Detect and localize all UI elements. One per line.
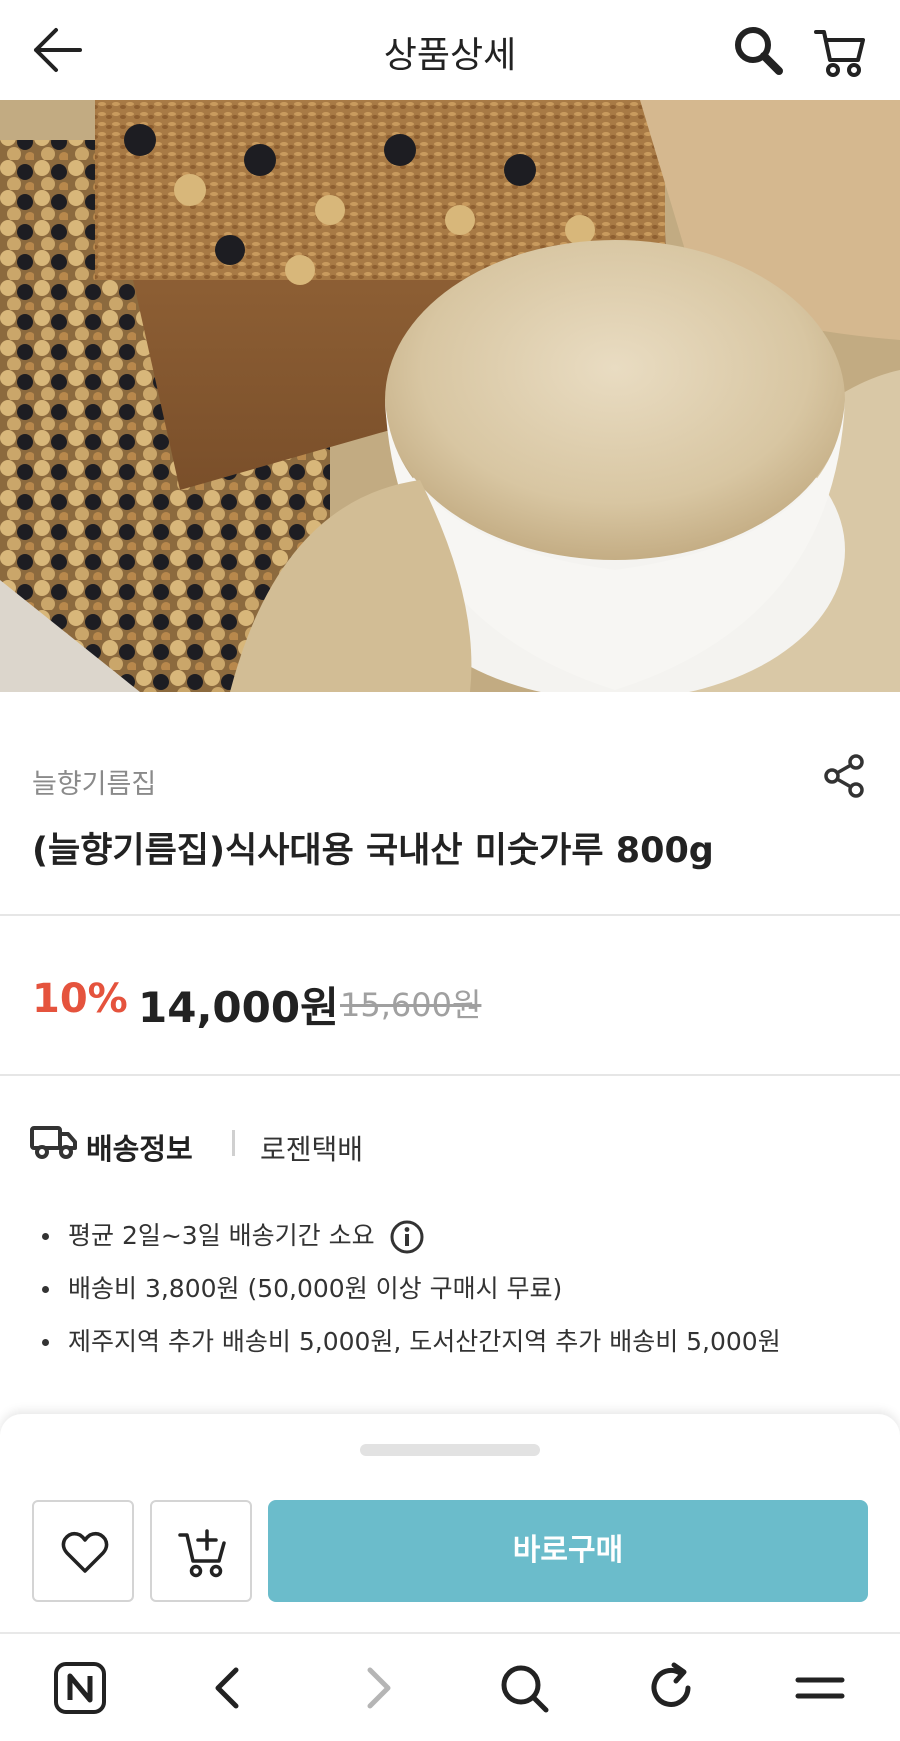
divider — [0, 914, 900, 916]
browser-home-button[interactable] — [48, 1656, 112, 1720]
search-button[interactable] — [730, 22, 786, 78]
browser-forward-button[interactable] — [346, 1656, 410, 1720]
browser-back-button[interactable] — [196, 1656, 260, 1720]
current-price: 14,000원 — [138, 983, 339, 1032]
app-header: 상품상세 — [0, 0, 900, 100]
shipping-duration: 평균 2일~3일 배송기간 소요 — [68, 1221, 375, 1250]
browser-toolbar — [0, 1632, 900, 1741]
truck-icon — [30, 1126, 77, 1159]
sheet-handle[interactable] — [360, 1444, 540, 1456]
shipping-extra-fee: 제주지역 추가 배송비 5,000원, 도서산간지역 추가 배송비 5,000원 — [68, 1327, 781, 1356]
separator — [232, 1130, 235, 1156]
browser-refresh-button[interactable] — [640, 1656, 704, 1720]
browser-search-button[interactable] — [492, 1656, 556, 1720]
refresh-icon — [651, 1662, 691, 1707]
share-icon — [824, 754, 864, 798]
product-image[interactable] — [0, 100, 900, 692]
cart-icon — [814, 30, 865, 77]
heart-icon — [61, 1531, 109, 1573]
buy-now-button[interactable]: 바로구매 — [268, 1500, 868, 1602]
shipping-info: 배송정보 로젠택배 평균 2일~3일 배송기간 소요 배송비 3,800원 (5… — [0, 1076, 900, 1416]
shipping-fee: 배송비 3,800원 (50,000원 이상 구매시 무료) — [68, 1274, 563, 1303]
price-section: 10% 14,000원 15,600원 — [0, 918, 900, 1074]
cart-plus-icon — [178, 1529, 226, 1578]
original-price: 15,600원 — [340, 986, 482, 1024]
shipping-label: 배송정보 — [86, 1132, 193, 1166]
store-name[interactable]: 늘향기름집 — [32, 762, 156, 801]
chevron-left-icon — [215, 1667, 239, 1709]
list-item: 배송비 3,800원 (50,000원 이상 구매시 무료) — [38, 1269, 781, 1322]
search-icon — [735, 27, 783, 75]
menu-icon — [795, 1677, 845, 1699]
browser-menu-button[interactable] — [788, 1656, 852, 1720]
bullet — [42, 1286, 49, 1293]
cart-button[interactable] — [812, 24, 868, 80]
wishlist-button[interactable] — [32, 1500, 134, 1602]
naver-n-icon — [54, 1662, 106, 1714]
add-to-cart-button[interactable] — [150, 1500, 252, 1602]
bullet — [42, 1233, 49, 1240]
product-info: 늘향기름집 (늘향기름집)식사대용 국내산 미숫가루 800g — [0, 692, 900, 916]
search-icon — [501, 1665, 549, 1713]
purchase-sheet: 바로구매 — [0, 1414, 900, 1632]
list-item: 평균 2일~3일 배송기간 소요 — [38, 1216, 781, 1269]
chevron-right-icon — [367, 1667, 391, 1709]
courier-name: 로젠택배 — [260, 1133, 364, 1166]
shipping-details: 평균 2일~3일 배송기간 소요 배송비 3,800원 (50,000원 이상 … — [38, 1216, 781, 1375]
product-photo — [0, 100, 900, 692]
discount-rate: 10% — [32, 976, 128, 1022]
bullet — [42, 1339, 49, 1346]
share-button[interactable] — [820, 752, 868, 800]
list-item: 제주지역 추가 배송비 5,000원, 도서산간지역 추가 배송비 5,000원 — [38, 1322, 781, 1375]
info-icon[interactable] — [389, 1219, 425, 1255]
product-name: (늘향기름집)식사대용 국내산 미숫가루 800g — [32, 831, 714, 871]
